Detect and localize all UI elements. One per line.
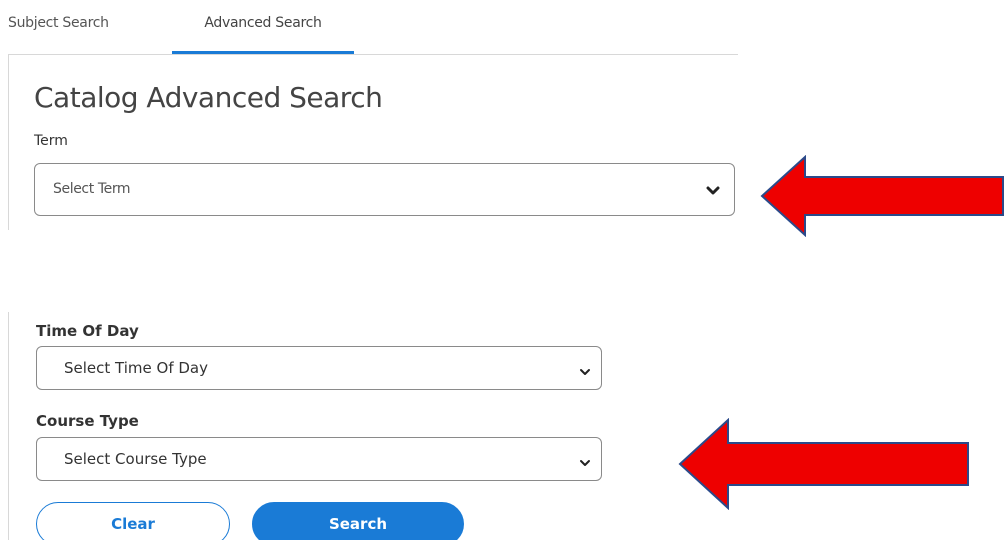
course-type-select[interactable]: Select Course Type: [36, 437, 602, 481]
course-type-label: Course Type: [36, 412, 139, 430]
panel-border: [8, 55, 9, 230]
left-arrow-icon: [678, 418, 969, 510]
term-select-value: Select Term: [53, 181, 131, 197]
chevron-down-icon: [579, 454, 591, 472]
catalog-search-page: Subject Search Advanced Search Catalog A…: [0, 0, 1005, 540]
tabs-divider: [8, 54, 738, 55]
time-of-day-select-value: Select Time Of Day: [64, 359, 208, 377]
course-type-select-value: Select Course Type: [64, 450, 207, 468]
tab-advanced-search[interactable]: Advanced Search: [172, 0, 354, 54]
chevron-down-icon: [579, 363, 591, 381]
panel-border: [8, 312, 9, 540]
chevron-down-icon: [706, 183, 720, 201]
term-label: Term: [34, 133, 68, 149]
search-button[interactable]: Search: [252, 502, 464, 540]
term-select[interactable]: Select Term: [34, 163, 735, 216]
page-title: Catalog Advanced Search: [34, 81, 383, 114]
time-of-day-label: Time Of Day: [36, 322, 139, 340]
clear-button[interactable]: Clear: [36, 502, 230, 540]
tab-subject-search[interactable]: Subject Search: [8, 0, 109, 54]
time-of-day-select[interactable]: Select Time Of Day: [36, 346, 602, 390]
left-arrow-icon: [760, 155, 1004, 237]
